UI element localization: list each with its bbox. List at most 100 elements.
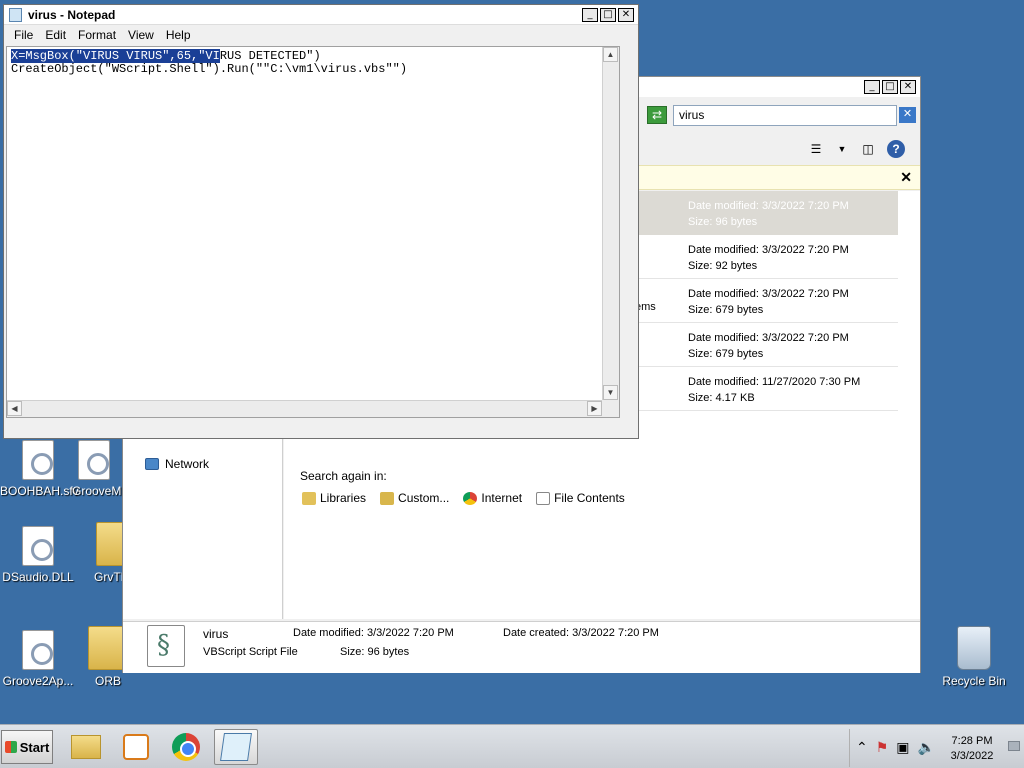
- details-date-modified: Date modified: 3/3/2022 7:20 PM: [293, 627, 454, 639]
- refresh-button[interactable]: ⇄: [647, 106, 667, 124]
- explorer-window-controls: _ □ ✕: [864, 80, 916, 94]
- view-dropdown-chevron-icon[interactable]: ▼: [833, 140, 851, 158]
- taskbar-media-player[interactable]: [114, 729, 158, 765]
- scroll-right-icon[interactable]: ▶: [587, 401, 602, 416]
- volume-icon[interactable]: 🔈: [918, 739, 935, 756]
- search-again-internet[interactable]: Internet: [463, 491, 522, 505]
- menu-edit[interactable]: Edit: [39, 27, 72, 45]
- vertical-scrollbar[interactable]: ▲ ▼: [602, 47, 619, 400]
- chrome-icon: [172, 733, 200, 761]
- line-text: RUS DETECTED"): [219, 49, 321, 63]
- action-center-icon[interactable]: ⚑: [876, 739, 889, 756]
- search-again-label: Search again in:: [300, 469, 387, 483]
- view-options-icon[interactable]: ☰: [807, 140, 825, 158]
- details-pane: virus VBScript Script File Date modified…: [123, 621, 920, 673]
- minimize-button[interactable]: _: [864, 80, 880, 94]
- menu-bar: File Edit Format View Help: [4, 27, 638, 45]
- scroll-down-icon[interactable]: ▼: [603, 385, 618, 400]
- clock-date: 3/3/2022: [950, 750, 994, 762]
- folder-icon: [71, 735, 101, 759]
- settings-file-icon: [22, 526, 54, 566]
- clock[interactable]: 7:28 PM 3/3/2022: [942, 734, 1002, 764]
- taskbar-explorer[interactable]: [64, 729, 108, 765]
- notepad-icon: [220, 733, 252, 761]
- desktop-icon-groovem[interactable]: GrooveM: [72, 440, 128, 498]
- file-contents-icon: [536, 491, 551, 505]
- result-meta: Date modified: 3/3/2022 7:20 PM Size: 67…: [688, 288, 849, 316]
- scroll-left-icon[interactable]: ◀: [7, 401, 22, 416]
- media-player-icon: [123, 734, 149, 760]
- preview-pane-icon[interactable]: ◫: [859, 140, 877, 158]
- show-hidden-icons-chevron-icon[interactable]: ⌃: [856, 739, 868, 756]
- result-meta: Date modified: 11/27/2020 7:30 PM Size: …: [688, 376, 861, 404]
- window-title: virus - Notepad: [28, 8, 116, 22]
- vbscript-file-icon: [147, 625, 185, 667]
- search-again-libraries[interactable]: Libraries: [302, 491, 366, 505]
- notepad-icon: [9, 8, 22, 22]
- nav-item-network[interactable]: Network: [145, 457, 209, 471]
- system-tray: ⌃ ⚑ ▣ 🔈 7:28 PM 3/3/2022: [849, 729, 1024, 767]
- desktop-icon-recycle-bin[interactable]: Recycle Bin: [936, 626, 1012, 688]
- close-button[interactable]: ✕: [900, 80, 916, 94]
- result-meta: Date modified: 3/3/2022 7:20 PM Size: 67…: [688, 332, 849, 360]
- taskbar-notepad[interactable]: [214, 729, 258, 765]
- desktop-icon-dsaudio[interactable]: DSaudio.DLL: [0, 526, 76, 584]
- taskbar-chrome[interactable]: [164, 729, 208, 765]
- file-icon: [22, 440, 54, 480]
- navigation-pane: Network: [123, 437, 283, 619]
- clock-time: 7:28 PM: [951, 735, 993, 747]
- menu-view[interactable]: View: [122, 27, 160, 45]
- show-desktop-button[interactable]: [1008, 741, 1020, 751]
- network-icon[interactable]: ▣: [896, 739, 909, 756]
- search-again-file-contents[interactable]: File Contents: [536, 491, 625, 505]
- menu-format[interactable]: Format: [72, 27, 122, 45]
- network-icon: [145, 458, 159, 470]
- resize-grip[interactable]: [602, 400, 619, 417]
- close-button[interactable]: ✕: [618, 8, 634, 22]
- custom-folder-icon: [380, 491, 395, 505]
- search-clear-button[interactable]: ✕: [899, 107, 916, 123]
- desktop-icon-boohbah[interactable]: BOOHBAH.sfv: [0, 440, 79, 498]
- notepad-window: virus - Notepad _ □ ✕ File Edit Format V…: [3, 4, 639, 439]
- notepad-titlebar[interactable]: virus - Notepad: [4, 5, 638, 25]
- search-input[interactable]: virus: [673, 105, 897, 126]
- scroll-up-icon[interactable]: ▲: [603, 47, 618, 62]
- desktop-icon-groove2ap[interactable]: Groove2Ap...: [0, 630, 76, 688]
- horizontal-scrollbar[interactable]: ◀ ▶: [7, 400, 602, 417]
- taskbar: Start ⌃ ⚑ ▣ 🔈 7:28 PM 3/3/2022: [0, 724, 1024, 768]
- details-size: Size: 96 bytes: [340, 646, 410, 658]
- editor-line-2: CreateObject("WScript.Shell").Run(""C:\v…: [11, 62, 408, 76]
- settings-file-icon: [22, 630, 54, 670]
- libraries-icon: [302, 491, 316, 505]
- result-meta: Date modified: 3/3/2022 7:20 PM Size: 96…: [688, 200, 849, 228]
- details-date-created: Date created: 3/3/2022 7:20 PM: [503, 627, 659, 639]
- details-file-type: VBScript Script File: [203, 646, 298, 658]
- text-editor[interactable]: X=MsgBox("VIRUS VIRUS",65,"VIRUS DETECTE…: [6, 46, 620, 418]
- minimize-button[interactable]: _: [582, 8, 598, 22]
- maximize-button[interactable]: □: [882, 80, 898, 94]
- result-meta: Date modified: 3/3/2022 7:20 PM Size: 92…: [688, 244, 849, 272]
- windows-flag-icon: [4, 741, 17, 753]
- search-again-custom[interactable]: Custom...: [380, 491, 449, 505]
- close-icon[interactable]: ✕: [900, 169, 912, 186]
- tray-icons: ⌃ ⚑ ▣ 🔈: [856, 739, 935, 756]
- file-icon: [78, 440, 110, 480]
- desktop-icon-label: Groove2Ap...: [2, 674, 74, 688]
- search-again-options: Libraries Custom... Internet File Conten…: [302, 491, 625, 505]
- maximize-button[interactable]: □: [600, 8, 616, 22]
- notepad-window-controls: _ □ ✕: [582, 8, 634, 22]
- desktop-icon-label: GrooveM: [72, 484, 122, 498]
- chrome-icon: [463, 491, 478, 505]
- menu-file[interactable]: File: [8, 27, 39, 45]
- menu-help[interactable]: Help: [160, 27, 197, 45]
- content-pane: Search again in: Libraries Custom... Int…: [284, 411, 920, 619]
- desktop-icon-label: ORB: [94, 674, 121, 688]
- desktop-icon-label: DSaudio.DLL: [2, 570, 74, 584]
- selected-text: X=MsgBox("VIRUS VIRUS",65,"VI: [11, 49, 220, 63]
- desktop-icon-label: Recycle Bin: [942, 674, 1006, 688]
- details-file-name: virus: [203, 627, 229, 641]
- start-button[interactable]: Start: [1, 730, 53, 764]
- recycle-bin-icon: [957, 626, 991, 670]
- help-icon[interactable]: ?: [887, 140, 905, 158]
- desktop-icon-label: BOOHBAH.sfv: [0, 484, 79, 498]
